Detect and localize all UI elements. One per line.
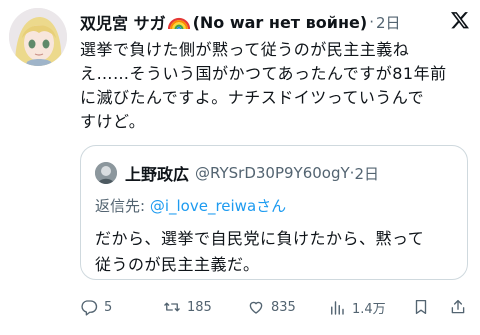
mention-suffix: さん <box>256 197 287 215</box>
post-text-line: すけど。 <box>80 112 146 131</box>
action-bar: 5 185 835 1.4万 <box>80 298 470 322</box>
share-button[interactable] <box>449 298 473 316</box>
repost-icon <box>164 302 180 312</box>
reply-button[interactable]: 5 <box>80 298 112 316</box>
quoted-author-handle: @RYSrD30P9Y60ogY <box>195 164 350 182</box>
post-text: 選挙で負けた側が黙って従うのが民主主義ね え……そういう国がかつてあったんですが… <box>80 38 465 134</box>
quoted-author-avatar <box>95 162 117 184</box>
like-button[interactable]: 835 <box>247 298 296 316</box>
header-separator: · <box>369 13 374 31</box>
author-avatar[interactable] <box>9 8 67 66</box>
quoted-avatar-image <box>95 162 117 184</box>
quoted-text-line: 従うのが民主主義だ。 <box>95 255 260 274</box>
bookmark-icon <box>415 299 427 315</box>
views-button[interactable]: 1.4万 <box>328 298 386 317</box>
repost-button[interactable]: 185 <box>163 298 212 316</box>
post-header: 双児宮 サガ (No war нет войне) · 2日 <box>80 9 440 35</box>
quoted-post[interactable]: 上野政広 @RYSrD30P9Y60ogY · 2日 返信先: @i_love_… <box>80 145 468 280</box>
post-timestamp[interactable]: 2日 <box>376 12 401 33</box>
mention-link[interactable]: @i_love_reiwa <box>150 197 256 215</box>
post-text-line: 選挙で負けた側が黙って従うのが民主主義ね <box>80 40 410 59</box>
quoted-post-header: 上野政広 @RYSrD30P9Y60ogY · 2日 <box>95 161 379 185</box>
quoted-text-line: だから、選挙で自民党に負けたから、黙って <box>95 229 425 248</box>
rainbow-emoji-icon <box>167 17 190 30</box>
replying-to: 返信先: @i_love_reiwaさん <box>95 195 286 216</box>
like-count: 835 <box>271 299 296 315</box>
x-logo-icon[interactable] <box>450 10 470 30</box>
repost-count: 185 <box>187 299 212 315</box>
quoted-author-name: 上野政広 <box>125 165 190 184</box>
bookmark-button[interactable] <box>412 298 436 316</box>
author-name[interactable]: 双児宮 サガ <box>80 10 166 34</box>
replying-to-label: 返信先: <box>95 197 150 215</box>
share-icon <box>451 299 465 314</box>
post-text-line: に滅びたんですよ。ナチスドイツっていうんで <box>80 88 425 107</box>
reply-icon <box>81 300 98 316</box>
like-icon <box>249 301 263 314</box>
quoted-timestamp: 2日 <box>354 164 379 183</box>
quoted-post-text: だから、選挙で自民党に負けたから、黙って 従うのが民主主義だ。 <box>95 226 424 278</box>
views-icon <box>331 300 344 315</box>
post-text-line: え……そういう国がかつてあったんですが81年前 <box>80 64 447 83</box>
reply-count: 5 <box>104 299 113 315</box>
author-name-suffix[interactable]: (No war нет войне) <box>193 13 368 32</box>
views-count: 1.4万 <box>352 302 386 317</box>
avatar-illustration <box>9 8 67 66</box>
